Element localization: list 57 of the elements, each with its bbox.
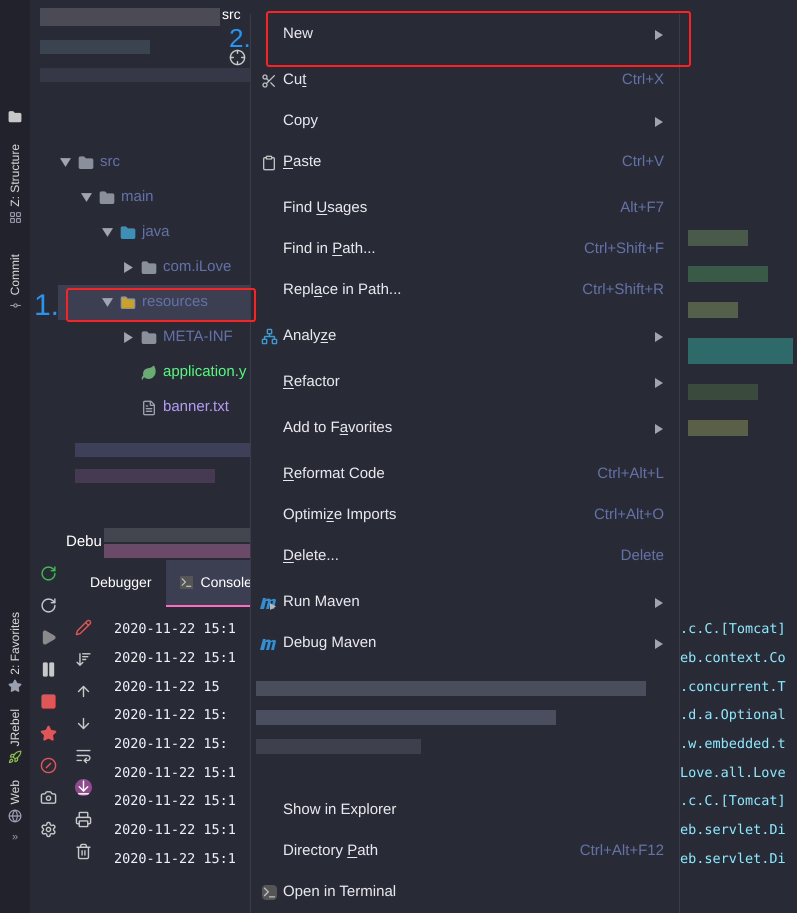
menu-item-label: Find Usages: [283, 198, 368, 218]
tree-item-label: META-INF: [163, 327, 233, 348]
menu-item-label: Show in Explorer: [283, 800, 396, 820]
console-line: 2020-11-22 15:: [114, 706, 228, 726]
menu-item-label: Optimize Imports: [283, 505, 396, 526]
console-line: .concurrent.T: [680, 678, 787, 697]
menu-item-label: Run Maven: [283, 592, 360, 612]
menu-item-label: Cut: [283, 70, 306, 90]
tree-item-label: banner.txt: [163, 397, 229, 418]
console-line: 2020-11-22 15:1: [114, 821, 236, 840]
menu-item-label: New: [283, 24, 314, 44]
step-number: 1.: [34, 288, 60, 324]
console-line: eb.context.Co: [680, 648, 787, 668]
console-line: .c.C.[Tomcat]: [680, 792, 787, 812]
tree-item-label: resources: [142, 292, 208, 312]
shortcut-label: Delete: [620, 546, 664, 566]
console-line: eb.servlet.Di: [680, 850, 787, 869]
tree-item-label: application.y: [163, 362, 246, 382]
shortcut-label: Ctrl+X: [622, 70, 664, 90]
shortcut-label: Ctrl+V: [622, 152, 664, 172]
console-line: 2020-11-22 15:1: [114, 620, 236, 640]
menu-item-label: Find in Path...: [283, 239, 376, 260]
step-number: 2.: [229, 25, 251, 51]
shortcut-label: Ctrl+Alt+O: [594, 505, 664, 526]
menu-item-label: Replace in Path...: [283, 280, 402, 300]
tree-item-label: com.iLove: [163, 257, 232, 278]
breadcrumb-label: src: [222, 7, 241, 21]
shortcut-label: Ctrl+Alt+F12: [580, 841, 664, 862]
shortcut-label: Ctrl+Shift+R: [582, 280, 664, 300]
console-line: .c.C.[Tomcat]: [680, 620, 787, 640]
menu-item-label: Open in Terminal: [283, 882, 396, 902]
tree-item-label: src: [100, 152, 120, 172]
menu-item-label: Refactor: [283, 372, 340, 392]
console-line: 2020-11-22 15:1: [114, 648, 236, 668]
menu-item-label: Debug Maven: [283, 633, 376, 654]
console-line: 2020-11-22 15:1: [114, 764, 236, 783]
menu-item-label: Analyze: [283, 326, 336, 346]
console-line: .w.embedded.t: [680, 734, 787, 754]
menu-item-label: Copy: [283, 111, 318, 132]
menu-item-label: Directory Path: [283, 841, 378, 862]
console-line: .d.a.Optional: [680, 706, 787, 726]
tree-item-label: main: [121, 187, 154, 208]
console-line: 2020-11-22 15:: [114, 734, 228, 754]
shortcut-label: Ctrl+Shift+F: [584, 239, 664, 260]
menu-item-label: Add to Favorites: [283, 418, 392, 438]
panel-title: Debu: [66, 532, 102, 552]
console-line: Love.all.Love: [680, 764, 787, 783]
shortcut-label: Alt+F7: [620, 198, 664, 218]
console-line: 2020-11-22 15:1: [114, 850, 236, 869]
console-line: eb.servlet.Di: [680, 821, 787, 840]
console-line: 2020-11-22 15:1: [114, 792, 236, 812]
shortcut-label: Ctrl+Alt+L: [597, 464, 664, 484]
menu-item-label: Reformat Code: [283, 464, 385, 484]
console-line: 2020-11-22 15: [114, 678, 220, 697]
tree-item-label: java: [142, 222, 170, 242]
menu-item-label: Delete...: [283, 546, 339, 566]
menu-item-label: Paste: [283, 152, 322, 172]
